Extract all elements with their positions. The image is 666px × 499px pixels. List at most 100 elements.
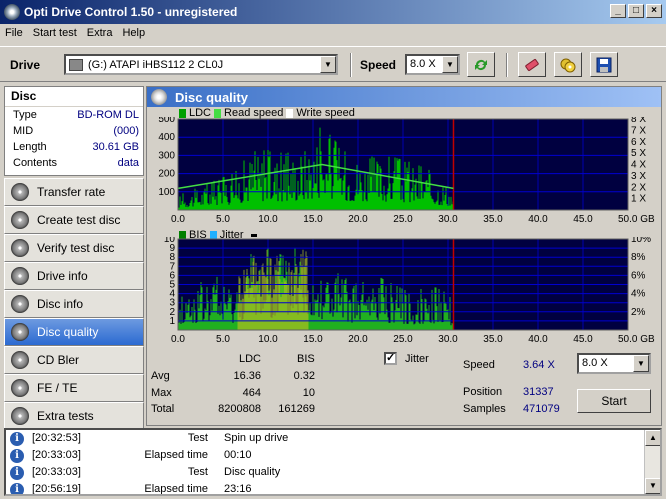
speed-value: 8.0 X (410, 58, 436, 70)
menu-file[interactable]: File (0, 27, 28, 39)
info-icon: i (10, 483, 24, 494)
nav-label: Extra tests (37, 409, 94, 423)
disc-key: Length (13, 141, 47, 153)
info-icon: i (10, 449, 24, 463)
save-icon (596, 57, 612, 72)
y-tick-label: 10 (164, 237, 176, 245)
title-bar: Opti Drive Control 1.50 - unregistered _… (0, 0, 666, 24)
log-value: 00:10 (224, 449, 252, 461)
close-button[interactable]: × (646, 4, 662, 18)
x-tick-label: 10.0 (258, 334, 278, 345)
info-icon: i (10, 432, 24, 446)
chevron-down-icon[interactable]: ▼ (442, 56, 458, 73)
nav-label: CD Bler (37, 353, 80, 367)
speed-select[interactable]: 8.0 X ▼ (405, 54, 460, 75)
nav-label: FE / TE (37, 381, 78, 395)
nav-fe-te[interactable]: FE / TE (4, 374, 144, 402)
save-button[interactable] (590, 52, 618, 77)
log-value: 23:16 (224, 483, 252, 495)
speed-label: Speed (463, 359, 495, 371)
disc-header: Disc (5, 87, 143, 107)
jitter-label: Jitter (405, 353, 429, 365)
menu-extra[interactable]: Extra (82, 27, 118, 39)
disc-row-length: Length 30.61 GB (5, 139, 143, 155)
x-tick-label: 20.0 (348, 214, 368, 225)
drive-select[interactable]: (G:) ATAPI iHBS112 2 CL0J ▼ (64, 54, 338, 75)
nav-disc-info[interactable]: Disc info (4, 290, 144, 318)
log-scrollbar[interactable]: ▲ ▼ (644, 430, 660, 494)
y2-tick-label: 1 X (631, 194, 646, 205)
nav-verify-test-disc[interactable]: Verify test disc (4, 234, 144, 262)
scroll-up-button[interactable]: ▲ (645, 430, 660, 446)
log-key: Elapsed time (144, 449, 208, 461)
copy-button[interactable] (554, 52, 582, 77)
nav-label: Disc quality (37, 325, 99, 339)
nav-create-test-disc[interactable]: Create test disc (4, 206, 144, 234)
x-tick-label: 35.0 (483, 214, 503, 225)
x-tick-label: 30.0 (438, 214, 458, 225)
y2-tick-label: 5 X (631, 148, 646, 159)
panel-header: Disc quality (147, 87, 661, 107)
erase-button[interactable] (518, 52, 546, 77)
disc-icon (11, 239, 29, 257)
max-ldc: 464 (242, 387, 261, 399)
jitter-checkbox[interactable]: ✓ (384, 352, 397, 365)
y-tick-label: 400 (158, 132, 175, 143)
nav-label: Transfer rate (37, 185, 106, 199)
disc-row-mid: MID (000) (5, 123, 143, 139)
speed-readout: 3.64 X (523, 359, 555, 371)
refresh-button[interactable] (467, 52, 495, 77)
disc-key: MID (13, 125, 34, 137)
nav-label: Drive info (37, 269, 88, 283)
nav-disc-quality[interactable]: Disc quality (4, 318, 144, 346)
x-tick-label: 50.0 GB (618, 214, 655, 225)
nav-drive-info[interactable]: Drive info (4, 262, 144, 290)
disc-value: 30.61 GB (92, 141, 139, 153)
test-speed-select[interactable]: 8.0 X ▼ (577, 353, 651, 374)
x-tick-label: 25.0 (393, 214, 413, 225)
log-time: [20:33:03] (32, 466, 81, 478)
test-nav: Transfer rate Create test disc Verify te… (4, 178, 144, 430)
drive-icon (69, 58, 83, 71)
log-value: Spin up drive (224, 432, 289, 444)
x-tick-label: 30.0 (438, 334, 458, 345)
log-row: i [20:33:03] Test Disc quality (6, 464, 660, 481)
log-panel: i [20:32:53] Test Spin up drive i [20:33:03]… (4, 428, 662, 496)
nav-transfer-rate[interactable]: Transfer rate (4, 178, 144, 206)
panel-title: Disc quality (175, 89, 248, 105)
maximize-button[interactable]: □ (628, 4, 644, 18)
disc-value: data (117, 157, 139, 169)
disc-quality-panel: Disc quality LDC Read speed Write speed … (146, 86, 662, 426)
col-bis: BIS (297, 353, 315, 365)
x-tick-label: 35.0 (483, 334, 503, 345)
menu-bar: File Start test Extra Help (0, 24, 666, 42)
menu-help[interactable]: Help (117, 27, 150, 39)
minimize-button[interactable]: _ (610, 4, 626, 18)
log-time: [20:56:19] (32, 483, 81, 495)
disc-value: BD-ROM DL (77, 109, 139, 121)
samples-label: Samples (463, 403, 506, 415)
y-tick-label: 500 (158, 117, 175, 125)
x-tick-label: 15.0 (303, 214, 323, 225)
nav-extra-tests[interactable]: Extra tests (4, 402, 144, 430)
disc-value: (000) (113, 125, 139, 137)
y2-tick-label: 7 X (631, 125, 646, 136)
disc-icon (11, 323, 29, 341)
y2-tick-label: 10% (631, 237, 651, 245)
chevron-down-icon[interactable]: ▼ (633, 355, 649, 372)
discs-icon (560, 58, 576, 72)
log-value: Disc quality (224, 466, 281, 478)
disc-icon (151, 89, 167, 105)
log-key: Test (187, 432, 208, 444)
menu-start-test[interactable]: Start test (28, 27, 82, 39)
nav-cd-bler[interactable]: CD Bler (4, 346, 144, 374)
disc-row-type: Type BD-ROM DL (5, 107, 143, 123)
scroll-down-button[interactable]: ▼ (645, 478, 660, 494)
disc-icon (11, 379, 29, 397)
x-tick-label: 10.0 (258, 214, 278, 225)
disc-panel: Disc Type BD-ROM DL MID (000) Length 30.61 … (4, 86, 144, 176)
start-button[interactable]: Start (577, 389, 651, 413)
chevron-down-icon[interactable]: ▼ (320, 56, 336, 73)
toolbar: Drive (G:) ATAPI iHBS112 2 CL0J ▼ Speed … (0, 46, 666, 82)
position-value: 31337 (523, 386, 554, 398)
